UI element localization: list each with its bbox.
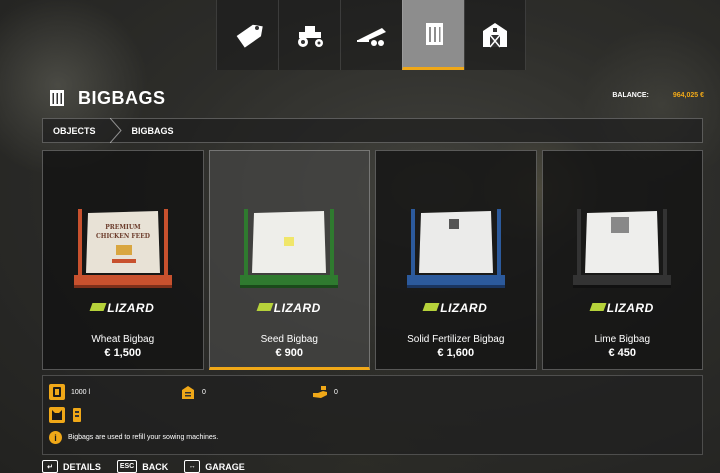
- product-card-lime-bigbag[interactable]: LIZARD Lime Bigbag € 450: [541, 150, 703, 370]
- bigbag-page-icon: [50, 90, 64, 106]
- svg-text:CHICKEN FEED: CHICKEN FEED: [96, 233, 150, 240]
- tab-vehicles[interactable]: [278, 0, 340, 70]
- fill-type-spec: [49, 407, 91, 423]
- storage-spec: 0: [180, 384, 206, 400]
- tab-tools[interactable]: [340, 0, 402, 70]
- tab-buildings[interactable]: [464, 0, 526, 70]
- barn-icon: [483, 23, 507, 48]
- solid-fertilizer-bigbag-image: [376, 201, 536, 296]
- wheat-bigbag-image: PREMIUM CHICKEN FEED: [43, 201, 203, 296]
- breadcrumb: OBJECTS BIGBAGS: [42, 117, 703, 144]
- product-card-solid-fertilizer-bigbag[interactable]: LIZARD Solid Fertilizer Bigbag € 1,600: [375, 150, 537, 370]
- page-title: BIGBAGS: [78, 87, 166, 108]
- bigbag-category-icon: [425, 22, 443, 45]
- brand-logo: LIZARD: [43, 301, 203, 315]
- product-price: € 1,600: [437, 347, 475, 359]
- info-message: i Bigbags are used to refill your sowing…: [49, 431, 218, 444]
- tab-sales[interactable]: [216, 0, 278, 70]
- details-label: DETAILS: [63, 461, 101, 472]
- tractor-icon: [297, 26, 323, 47]
- balance-display: BALANCE: 964,025 €: [612, 92, 704, 99]
- footer-hints: ↵ DETAILS ESC BACK ↔ GARAGE: [42, 460, 245, 473]
- info-icon: i: [49, 431, 62, 444]
- brand-name: LIZARD: [107, 301, 155, 315]
- product-price: € 1,500: [104, 347, 142, 359]
- trailer-icon: [356, 28, 386, 46]
- price-tag-icon: [236, 24, 263, 48]
- capacity-icon: [49, 384, 65, 400]
- product-card-seed-bigbag[interactable]: LIZARD Seed Bigbag € 900: [208, 150, 370, 370]
- product-card-wheat-bigbag[interactable]: PREMIUM CHICKEN FEED LIZARD Wheat Bigbag…: [42, 150, 204, 370]
- storage-icon: [180, 384, 196, 400]
- breadcrumb-objects[interactable]: OBJECTS: [43, 119, 110, 142]
- category-tab-bar: [216, 0, 526, 70]
- enter-key-icon: ↵: [42, 460, 58, 473]
- brand-name: LIZARD: [606, 301, 654, 315]
- capacity-value: 1000 l: [71, 388, 91, 396]
- balance-value: 964,025 €: [672, 92, 704, 99]
- breadcrumb-bigbags: BIGBAGS: [131, 125, 174, 136]
- hand-spec: 0: [312, 384, 338, 400]
- seed-bigbag-image: [210, 201, 370, 296]
- product-name: Lime Bigbag: [594, 334, 651, 345]
- storage-count: 0: [202, 388, 206, 396]
- svg-text:PREMIUM: PREMIUM: [105, 224, 141, 231]
- lime-bigbag-image: [543, 201, 703, 296]
- product-price: € 450: [608, 347, 637, 359]
- product-name: Solid Fertilizer Bigbag: [407, 334, 505, 345]
- page-header: BIGBAGS BALANCE: 964,025 €: [48, 86, 704, 110]
- balance-label: BALANCE:: [612, 92, 649, 99]
- product-list: PREMIUM CHICKEN FEED LIZARD Wheat Bigbag…: [42, 150, 703, 370]
- product-price: € 900: [275, 347, 304, 359]
- brand-logo: LIZARD: [376, 301, 536, 315]
- bigbag-fill-icon: [49, 407, 65, 423]
- capacity-spec: 1000 l: [49, 384, 90, 400]
- garage-hint[interactable]: ↔ GARAGE: [184, 460, 245, 473]
- back-hint[interactable]: ESC BACK: [116, 460, 169, 473]
- info-text: Bigbags are used to refill your sowing m…: [68, 434, 219, 441]
- brand-logo: LIZARD: [543, 301, 703, 315]
- garage-label: GARAGE: [205, 461, 245, 472]
- swap-key-icon: ↔: [184, 460, 201, 473]
- product-name: Seed Bigbag: [260, 334, 318, 345]
- back-label: BACK: [142, 461, 169, 472]
- product-name: Wheat Bigbag: [91, 334, 155, 345]
- tab-objects[interactable]: [402, 0, 464, 70]
- brand-name: LIZARD: [440, 301, 488, 315]
- breadcrumb-separator-icon: [109, 117, 122, 144]
- brand-name: LIZARD: [273, 301, 321, 315]
- hand-count: 0: [334, 388, 338, 396]
- esc-key-icon: ESC: [116, 460, 138, 473]
- brand-logo: LIZARD: [210, 301, 370, 315]
- seed-fill-icon: [69, 407, 85, 423]
- details-hint[interactable]: ↵ DETAILS: [42, 460, 101, 473]
- item-details-panel: 1000 l 0 0 i Bigbags are used to refill …: [42, 375, 703, 455]
- hand-icon: [312, 384, 328, 400]
